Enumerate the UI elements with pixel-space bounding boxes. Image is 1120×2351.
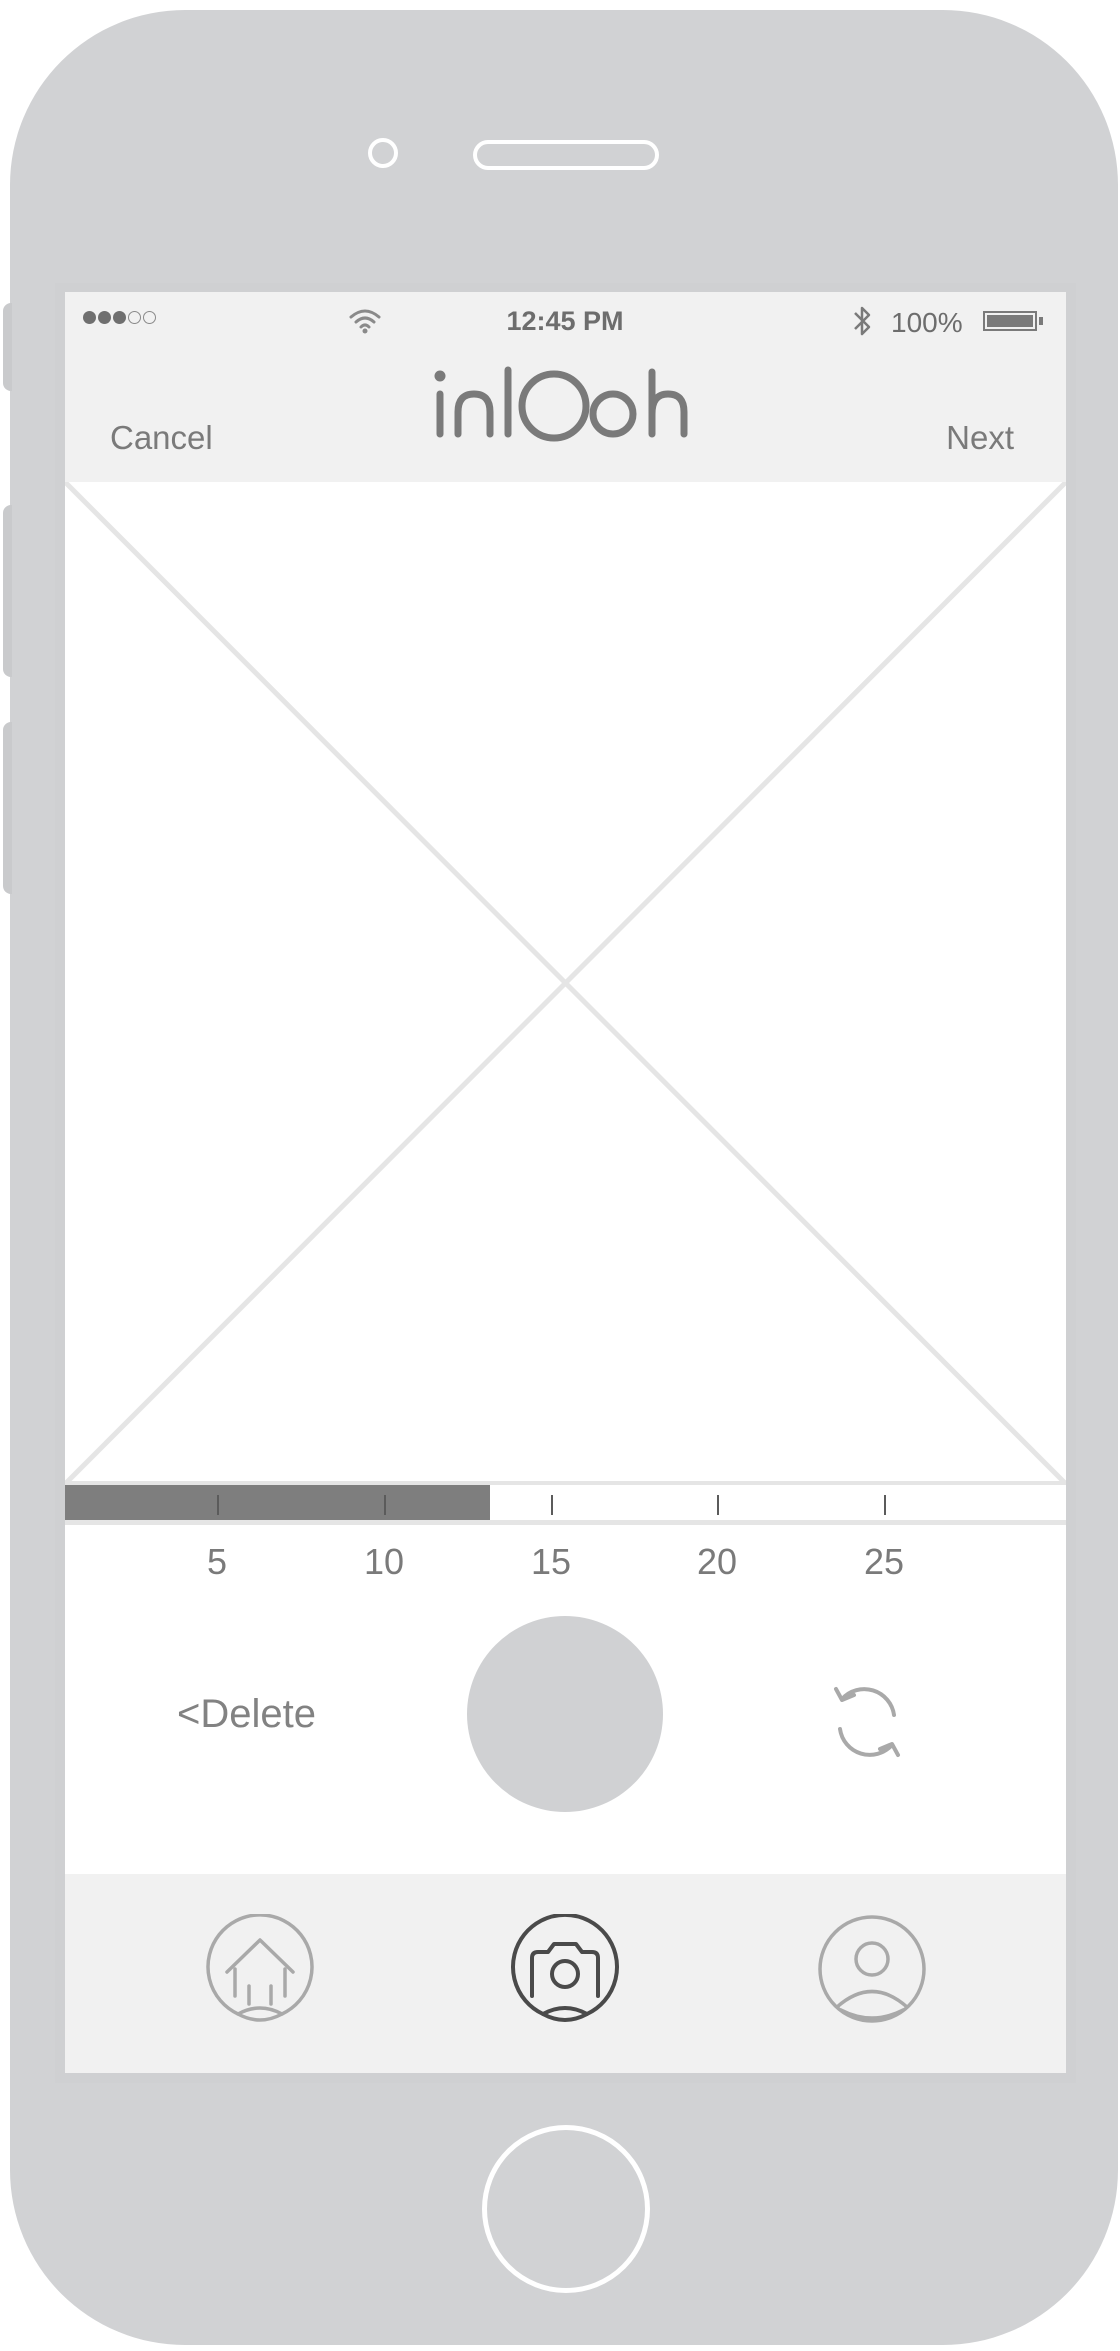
tab-bar [65, 1874, 1066, 2073]
front-camera [368, 138, 398, 168]
timeline-tick-label: 25 [863, 1541, 905, 1582]
signal-dot [128, 311, 141, 324]
battery-tip [1039, 317, 1043, 325]
volume-down-button [3, 722, 12, 894]
camera-icon[interactable] [510, 1914, 620, 2024]
battery-icon [983, 311, 1037, 331]
app-header: 12:45 PM 100% Cancel inlooh [65, 292, 1066, 482]
image-placeholder-icon [65, 482, 1066, 1484]
timeline-tick [384, 1495, 386, 1515]
profile-icon[interactable] [817, 1914, 927, 2024]
bluetooth-icon [854, 306, 871, 336]
record-button[interactable] [467, 1616, 663, 1812]
timeline-tick [717, 1495, 719, 1515]
home-button[interactable] [482, 2125, 650, 2293]
cancel-button[interactable]: Cancel [110, 419, 213, 457]
timeline-tick [551, 1495, 553, 1515]
signal-dot [143, 311, 156, 324]
earpiece-speaker [473, 140, 659, 170]
app-logo: inlooh [434, 366, 688, 442]
signal-dot [98, 311, 111, 324]
mute-switch [3, 303, 12, 391]
switch-camera-icon[interactable] [822, 1677, 912, 1767]
timeline-tick-label: 15 [530, 1541, 572, 1582]
timeline-tick-label: 20 [696, 1541, 738, 1582]
delete-button[interactable]: <Delete [177, 1692, 316, 1737]
wifi-icon [349, 309, 381, 334]
signal-dots-icon [83, 311, 156, 324]
timeline-tick [217, 1495, 219, 1515]
screen: 12:45 PM 100% Cancel inlooh [65, 292, 1066, 2073]
signal-dot [113, 311, 126, 324]
status-time: 12:45 PM [506, 306, 624, 336]
volume-up-button [3, 505, 12, 677]
timeline-tick-label: 10 [363, 1541, 405, 1582]
timeline-tick [884, 1495, 886, 1515]
next-button[interactable]: Next [946, 419, 1014, 457]
signal-dot [83, 311, 96, 324]
timeline-tick-label: 5 [206, 1541, 228, 1582]
timeline-progress [65, 1485, 490, 1520]
home-icon[interactable] [205, 1914, 315, 2024]
battery-percent: 100% [891, 307, 963, 338]
recording-timeline[interactable]: 5 10 15 20 25 [65, 1481, 1066, 1582]
